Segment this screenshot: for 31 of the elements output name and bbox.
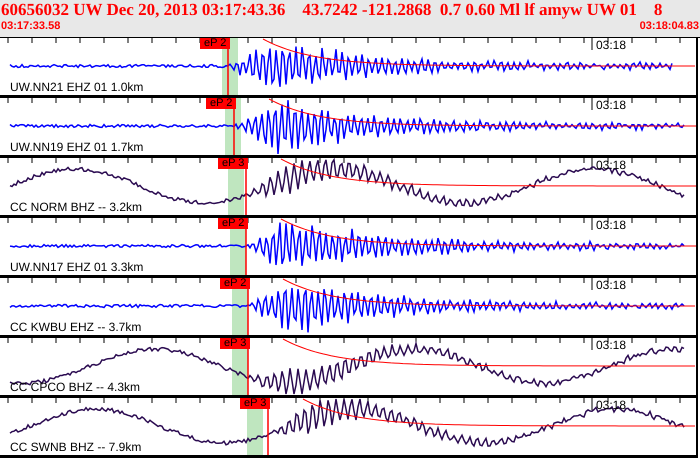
pick-line (247, 286, 249, 335)
station-label: UW.NN19 EHZ 01 1.7km (10, 141, 144, 154)
phase-pick-label[interactable]: eP 3 (218, 158, 248, 169)
station-label: CC KWBU EHZ -- 3.7km (10, 321, 142, 334)
pick-line (245, 166, 247, 215)
station-label: CC NORM BHZ -- 3.2km (10, 201, 142, 214)
end-time: 03:18:04.83 (640, 20, 699, 33)
phase-pick-label[interactable]: eP 2 (206, 98, 236, 109)
time-tick-label: 03:18 (596, 279, 626, 292)
time-tick-label: 03:18 (596, 339, 626, 352)
station-label: CC SWNB BHZ -- 7.9km (10, 441, 142, 454)
phase-pick-label[interactable]: eP 3 (240, 398, 270, 409)
phase-pick-label[interactable]: eP 2 (218, 218, 248, 229)
time-tick-label: 03:18 (596, 399, 626, 412)
phase-pick-label[interactable]: eP 2 (220, 278, 250, 289)
phase-pick-label[interactable]: eP 2 (200, 38, 230, 49)
pick-line (233, 106, 235, 155)
station-label: UW.NN21 EHZ 01 1.0km (10, 81, 144, 94)
event-title: 60656032 UW Dec 20, 2013 03:17:43.36 43.7242 -121.2868 0.7 0.60 Ml lf amyw UW 01 8 (0, 0, 664, 20)
time-tick-label: 03:18 (596, 99, 626, 112)
time-tick-label: 03:18 (596, 219, 626, 232)
pick-line (227, 46, 229, 95)
pick-line (247, 346, 249, 395)
pick-line (245, 226, 247, 275)
station-label: UW.NN17 EHZ 01 3.3km (10, 261, 144, 274)
time-tick-label: 03:18 (596, 159, 626, 172)
pick-line (267, 406, 269, 455)
station-label: CC CPCO BHZ -- 4.3km (10, 381, 140, 394)
phase-pick-label[interactable]: eP 3 (220, 338, 250, 349)
start-time: 03:17:33.58 (1, 20, 60, 33)
time-tick-label: 03:18 (596, 39, 626, 52)
